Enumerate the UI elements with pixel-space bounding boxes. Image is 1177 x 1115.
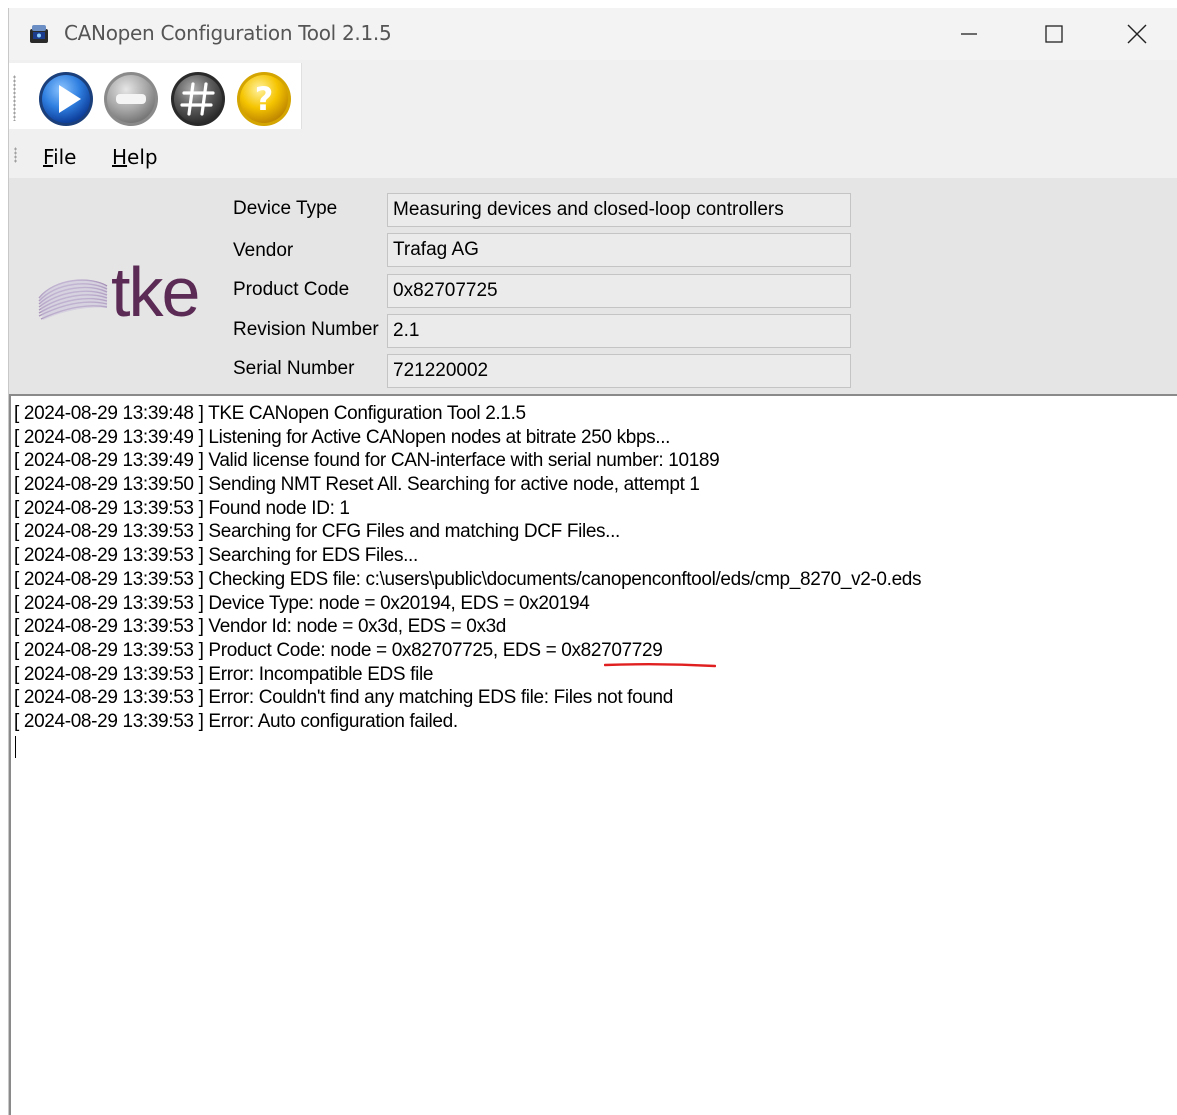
log-lines: [ 2024-08-29 13:39:48 ] TKE CANopen Conf… [14, 402, 922, 734]
minimize-button[interactable] [939, 8, 999, 60]
log-line: [ 2024-08-29 13:39:53 ] Vendor Id: node … [14, 616, 507, 638]
toolbar: ? [9, 63, 302, 129]
log-line: [ 2024-08-29 13:39:53 ] Error: Incompati… [14, 663, 434, 685]
node-id-button[interactable] [169, 70, 227, 128]
menu-file-mnemonic: F [43, 145, 54, 169]
tke-logo: tke [38, 253, 200, 328]
log-line: [ 2024-08-29 13:39:53 ] Checking EDS fil… [14, 568, 922, 590]
vendor-field[interactable]: Trafag AG [387, 233, 851, 267]
close-button[interactable] [1107, 8, 1167, 60]
log-line: [ 2024-08-29 13:39:49 ] Listening for Ac… [14, 426, 671, 448]
maximize-button[interactable] [1024, 8, 1084, 60]
start-button[interactable] [37, 70, 95, 128]
log-output[interactable]: [ 2024-08-29 13:39:48 ] TKE CANopen Conf… [9, 394, 1177, 1115]
log-line: [ 2024-08-29 13:39:53 ] Device Type: nod… [14, 592, 590, 614]
log-line: [ 2024-08-29 13:39:53 ] Product Code: no… [14, 639, 663, 661]
log-line: [ 2024-08-29 13:39:53 ] Searching for ED… [14, 545, 418, 567]
menu-grip[interactable] [14, 147, 17, 163]
menu-help[interactable]: Help [112, 145, 158, 169]
menu-help-mnemonic: H [112, 145, 128, 169]
stop-button[interactable] [102, 70, 160, 128]
toolbar-grip[interactable] [13, 75, 16, 121]
revision-number-field[interactable]: 2.1 [387, 314, 851, 348]
log-line: [ 2024-08-29 13:39:53 ] Found node ID: 1 [14, 497, 350, 519]
title-bar: CANopen Configuration Tool 2.1.5 [9, 8, 1177, 60]
log-line: [ 2024-08-29 13:39:53 ] Searching for CF… [14, 521, 620, 543]
device-type-field[interactable]: Measuring devices and closed-loop contro… [387, 193, 851, 227]
menu-help-label: elp [127, 145, 158, 169]
serial-number-field[interactable]: 721220002 [387, 354, 851, 388]
device-type-label: Device Type [233, 198, 338, 219]
question-icon: ? [255, 80, 274, 118]
log-line: [ 2024-08-29 13:39:53 ] Error: Couldn't … [14, 687, 673, 709]
menu-file[interactable]: File [43, 145, 76, 169]
log-line: [ 2024-08-29 13:39:49 ] Valid license fo… [14, 450, 720, 472]
app-window: CANopen Configuration Tool 2.1.5 ? File … [8, 8, 1177, 1115]
revision-number-label: Revision Number [233, 319, 379, 340]
device-info-panel: tke Device Type Measuring devices and cl… [9, 178, 1177, 394]
serial-number-label: Serial Number [233, 358, 355, 379]
menu-file-label: ile [53, 145, 77, 169]
product-code-label: Product Code [233, 279, 350, 300]
window-title: CANopen Configuration Tool 2.1.5 [64, 21, 392, 45]
vendor-label: Vendor [233, 240, 294, 261]
app-icon [30, 25, 48, 43]
maximize-icon [1045, 25, 1063, 43]
log-line: [ 2024-08-29 13:39:50 ] Sending NMT Rese… [14, 474, 700, 496]
text-caret [15, 736, 16, 758]
tke-logo-text: tke [111, 253, 198, 328]
menu-bar: File Help [9, 133, 1177, 177]
product-code-field[interactable]: 0x82707725 [387, 274, 851, 308]
red-underline-annotation [604, 663, 716, 668]
stop-icon [116, 94, 146, 104]
close-icon [1127, 24, 1147, 44]
log-line: [ 2024-08-29 13:39:48 ] TKE CANopen Conf… [14, 403, 526, 424]
log-line: [ 2024-08-29 13:39:53 ] Error: Auto conf… [14, 710, 458, 732]
help-button[interactable]: ? [235, 70, 293, 128]
minimize-icon [961, 33, 977, 35]
